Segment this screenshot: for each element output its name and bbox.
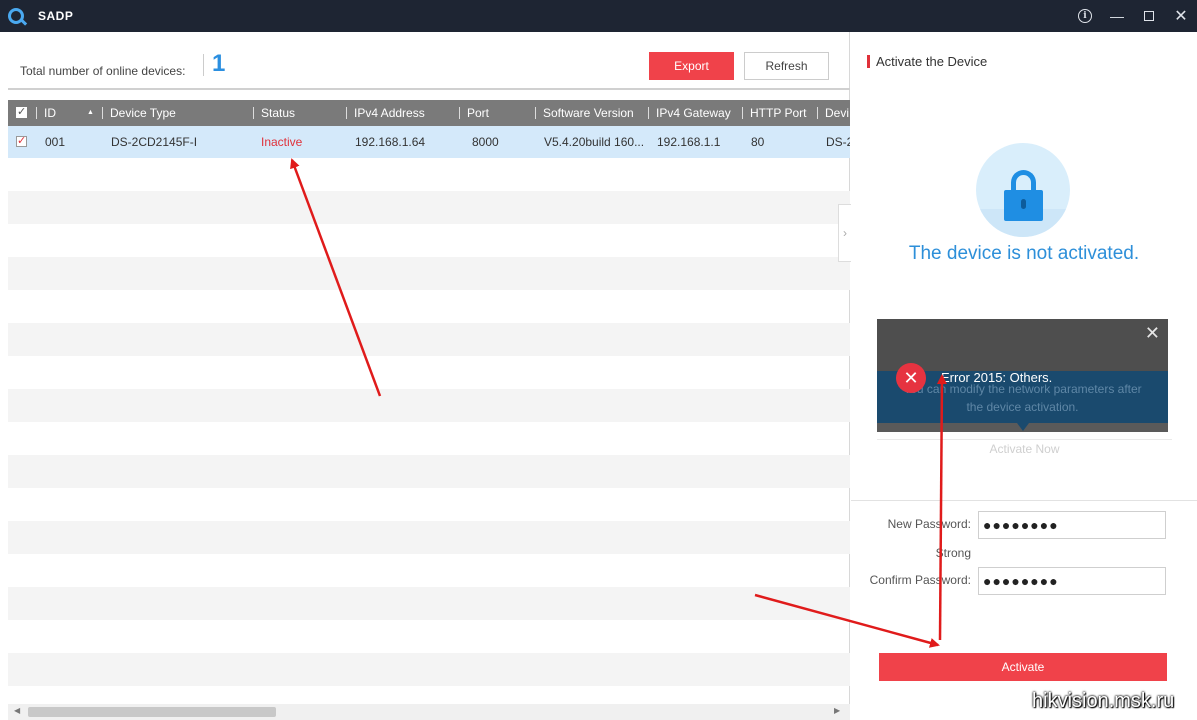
title-bar: SADP i — ✕ <box>0 0 1197 32</box>
confirm-password-label: Confirm Password: <box>869 573 971 587</box>
sadp-logo-icon <box>8 8 24 24</box>
scrollbar-thumb[interactable] <box>28 707 276 717</box>
app-title: SADP <box>38 9 74 23</box>
horizontal-scrollbar[interactable]: ◀ ▶ <box>8 704 850 720</box>
panel-title: Activate the Device <box>867 54 987 69</box>
confirm-password-field[interactable]: ●●●●●●●● <box>978 567 1166 595</box>
column-header-http-port[interactable]: HTTP Port <box>750 100 815 126</box>
maximize-button[interactable] <box>1133 0 1165 32</box>
watermark: hikvision.msk.ru <box>1032 690 1175 712</box>
column-header-id[interactable]: ID <box>44 100 104 126</box>
minimize-button[interactable]: — <box>1101 0 1133 32</box>
table-row <box>8 356 850 389</box>
password-strength-label: Strong <box>935 546 971 560</box>
new-password-label: New Password: <box>887 517 971 531</box>
row-checkbox[interactable] <box>16 134 27 147</box>
error-message: Error 2015: Others. <box>941 370 1053 385</box>
info-button[interactable]: i <box>1069 0 1101 32</box>
column-separator <box>459 107 460 119</box>
cell-device-type: DS-2CD2145F-I <box>111 135 198 149</box>
error-icon: ✕ <box>896 363 926 393</box>
close-icon: ✕ <box>1174 8 1188 25</box>
cell-ipv4-gateway: 192.168.1.1 <box>657 135 721 149</box>
table-row <box>8 587 850 620</box>
sort-ascending-icon: ▲ <box>87 109 94 116</box>
summary-bar: Total number of online devices: 1 Export… <box>8 32 850 90</box>
table-row <box>8 224 850 257</box>
table-row <box>8 455 850 488</box>
scroll-left-icon[interactable]: ◀ <box>14 706 20 715</box>
maximize-icon <box>1144 11 1154 21</box>
column-separator <box>742 107 743 119</box>
cell-software-version: V5.4.20build 160... <box>544 135 645 149</box>
new-password-field[interactable]: ●●●●●●●● <box>978 511 1166 539</box>
cell-http-port: 80 <box>751 135 765 149</box>
cell-device: DS-2 <box>826 135 850 149</box>
column-separator <box>253 107 254 119</box>
export-button[interactable]: Export <box>649 52 734 80</box>
activation-panel: Activate the Device The device is not ac… <box>851 32 1197 720</box>
table-row <box>8 488 850 521</box>
cell-status: Inactive <box>261 135 303 149</box>
scroll-right-icon[interactable]: ▶ <box>834 706 840 715</box>
column-header-device[interactable]: Devi <box>825 100 850 126</box>
chevron-right-icon: › <box>843 226 847 240</box>
device-table: ID ▲ Device Type Status IPv4 Address Por… <box>8 100 850 706</box>
password-form: New Password: ●●●●●●●● Strong Confirm Pa… <box>851 500 1197 595</box>
column-separator <box>36 107 37 119</box>
table-header: ID ▲ Device Type Status IPv4 Address Por… <box>8 100 850 126</box>
table-row <box>8 620 850 653</box>
table-row <box>8 653 850 686</box>
close-error-icon[interactable]: ✕ <box>1145 323 1160 344</box>
lock-icon <box>976 143 1070 237</box>
table-row <box>8 422 850 455</box>
table-row <box>8 191 850 224</box>
column-header-device-type[interactable]: Device Type <box>110 100 250 126</box>
device-list-area: Total number of online devices: 1 Export… <box>0 32 850 720</box>
refresh-button[interactable]: Refresh <box>744 52 829 80</box>
column-separator <box>102 107 103 119</box>
column-header-status[interactable]: Status <box>261 100 341 126</box>
table-row[interactable]: 001 DS-2CD2145F-I Inactive 192.168.1.64 … <box>8 126 850 158</box>
window-controls: i — ✕ <box>1069 0 1197 32</box>
table-row <box>8 521 850 554</box>
column-separator <box>817 107 818 119</box>
table-row <box>8 323 850 356</box>
select-all-checkbox[interactable] <box>16 105 27 118</box>
column-header-ipv4-address[interactable]: IPv4 Address <box>354 100 454 126</box>
column-header-ipv4-gateway[interactable]: IPv4 Gateway <box>656 100 741 126</box>
table-row <box>8 554 850 587</box>
cell-port: 8000 <box>472 135 499 149</box>
column-header-port[interactable]: Port <box>467 100 527 126</box>
table-row <box>8 158 850 191</box>
minimize-icon: — <box>1110 8 1124 24</box>
table-row <box>8 686 850 706</box>
column-header-software-version[interactable]: Software Version <box>543 100 643 126</box>
panel-toggle-button[interactable]: › <box>838 204 851 262</box>
info-icon: i <box>1078 9 1092 23</box>
not-activated-message: The device is not activated. <box>908 243 1140 264</box>
table-row <box>8 290 850 323</box>
activate-now-label: Activate Now <box>877 439 1172 456</box>
divider <box>203 54 204 76</box>
column-separator <box>648 107 649 119</box>
column-separator <box>535 107 536 119</box>
cell-ipv4-address: 192.168.1.64 <box>355 135 426 149</box>
table-row <box>8 389 850 422</box>
cell-id: 001 <box>45 135 66 149</box>
close-button[interactable]: ✕ <box>1165 0 1197 32</box>
table-row <box>8 257 850 290</box>
activate-button[interactable]: Activate <box>879 653 1167 681</box>
error-popup: You can modify the network parameters af… <box>877 319 1168 432</box>
total-devices-label: Total number of online devices: <box>20 64 186 78</box>
total-devices-count: 1 <box>212 50 226 77</box>
column-separator <box>346 107 347 119</box>
